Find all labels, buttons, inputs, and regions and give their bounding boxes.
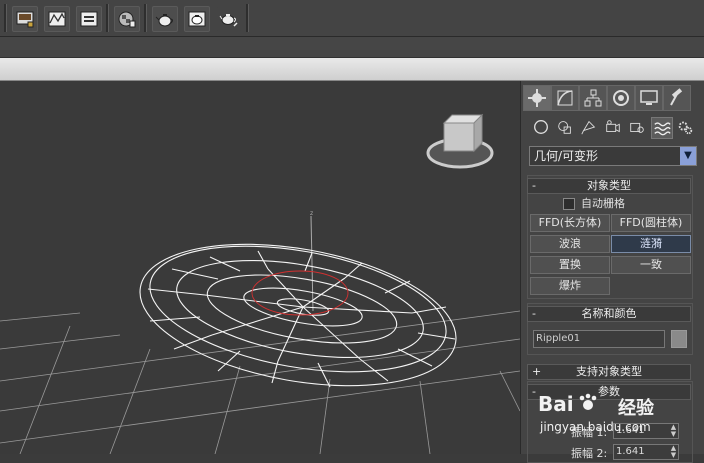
tab-utilities[interactable] — [663, 85, 691, 111]
material-editor-button[interactable] — [114, 6, 140, 32]
amplitude2-value: 1.641 — [616, 446, 645, 457]
perspective-viewport[interactable]: z — [0, 81, 520, 454]
object-type-rollout-header[interactable]: - 对象类型 — [527, 178, 691, 194]
hierarchy-icon — [584, 89, 602, 107]
chevron-down-icon[interactable]: ▼ — [680, 147, 696, 165]
parameters-title: 参数 — [598, 385, 620, 398]
home-grid — [0, 310, 520, 454]
cameras-category-button[interactable] — [603, 117, 623, 137]
tab-create[interactable] — [523, 85, 551, 111]
collapse-icon: - — [532, 179, 536, 192]
paw-icon — [579, 393, 597, 410]
collapse-icon: - — [532, 385, 536, 398]
ffd-box-button[interactable]: FFD(长方体) — [530, 214, 610, 232]
watermark-url: jingyan.baidu.com — [540, 420, 651, 434]
wave-button[interactable]: 波浪 — [530, 235, 610, 253]
expand-icon: + — [532, 365, 542, 378]
supports-rollout-header[interactable]: + 支持对象类型 — [527, 364, 691, 380]
display-icon — [640, 90, 658, 105]
name-color-rollout-header[interactable]: - 名称和颜色 — [527, 306, 691, 322]
viewcube-icon[interactable] — [426, 113, 494, 169]
bomb-button[interactable]: 爆炸 — [530, 277, 610, 295]
render-teapot-icon — [155, 14, 173, 27]
quick-render-button[interactable] — [216, 6, 242, 32]
tab-modify[interactable] — [551, 85, 579, 111]
secondary-toolbar-strip — [0, 37, 704, 58]
tab-motion[interactable] — [607, 85, 635, 111]
displace-button[interactable]: 置换 — [530, 256, 610, 274]
render-setup-icon — [16, 11, 34, 28]
toolbar-separator — [106, 4, 109, 32]
toolbar-separator — [144, 4, 147, 32]
object-name-input[interactable]: Ripple01 — [533, 330, 665, 348]
geometry-category-button[interactable] — [531, 117, 551, 137]
curve-editor-icon — [48, 11, 66, 27]
watermark-brand-a: Bai — [538, 392, 574, 416]
lights-category-button[interactable] — [579, 117, 599, 137]
viewport-scene: z — [0, 113, 520, 454]
category-dropdown[interactable]: 几何/可变形 ▼ — [529, 146, 697, 166]
spinner-arrows-icon[interactable]: ▲ ▼ — [669, 445, 678, 459]
camera-icon — [606, 120, 620, 133]
render-teapot-button[interactable] — [152, 6, 178, 32]
category-dropdown-value: 几何/可变形 — [534, 149, 599, 163]
hammer-icon — [670, 88, 683, 106]
curve-editor-button[interactable] — [44, 6, 70, 32]
motion-icon — [613, 90, 629, 106]
toolbar-separator — [4, 4, 7, 32]
shapes-icon — [558, 121, 571, 134]
collapse-icon: - — [532, 307, 536, 320]
tab-display[interactable] — [635, 85, 663, 111]
spacewarps-category-button[interactable] — [651, 117, 673, 139]
gizmo-z-axis — [310, 215, 314, 312]
render-frame-button[interactable] — [76, 6, 102, 32]
viewport-title-bar — [0, 58, 704, 81]
helper-icon — [630, 122, 644, 133]
sphere-icon — [534, 120, 548, 134]
object-type-title: 对象类型 — [587, 179, 631, 192]
spacewarp-wave-icon — [654, 122, 671, 136]
render-setup-button[interactable] — [12, 6, 38, 32]
main-toolbar — [0, 0, 704, 37]
systems-category-button[interactable] — [675, 117, 695, 137]
name-color-title: 名称和颜色 — [581, 307, 637, 320]
helpers-category-button[interactable] — [627, 117, 647, 137]
shapes-category-button[interactable] — [555, 117, 575, 137]
conform-button[interactable]: 一致 — [611, 256, 691, 274]
autogrid-label: 自动栅格 — [581, 197, 625, 210]
render-teapot-2-button[interactable] — [184, 6, 210, 32]
render-frame-icon — [80, 11, 98, 27]
render-teapot-2-icon — [188, 11, 206, 27]
tab-hierarchy[interactable] — [579, 85, 607, 111]
ripple-button[interactable]: 涟漪 — [611, 235, 691, 253]
amplitude2-label: 振幅 2: — [571, 447, 608, 460]
object-color-swatch[interactable] — [671, 330, 687, 348]
light-icon — [581, 120, 596, 135]
quick-render-teapot-icon — [219, 14, 238, 27]
modify-icon — [557, 90, 573, 106]
toolbar-separator — [246, 4, 249, 32]
material-editor-icon — [118, 11, 136, 28]
amplitude2-spinner[interactable]: 1.641 ▲ ▼ — [613, 444, 679, 460]
spinner-arrows-icon[interactable]: ▲ ▼ — [669, 424, 678, 438]
create-icon — [528, 89, 546, 107]
supports-title: 支持对象类型 — [576, 365, 642, 378]
gears-icon — [678, 121, 693, 135]
gizmo-z-label: z — [310, 210, 313, 217]
autogrid-checkbox[interactable] — [563, 198, 575, 210]
ffd-cyl-button[interactable]: FFD(圆柱体) — [611, 214, 691, 232]
watermark-brand-b: 经验 — [618, 398, 654, 419]
